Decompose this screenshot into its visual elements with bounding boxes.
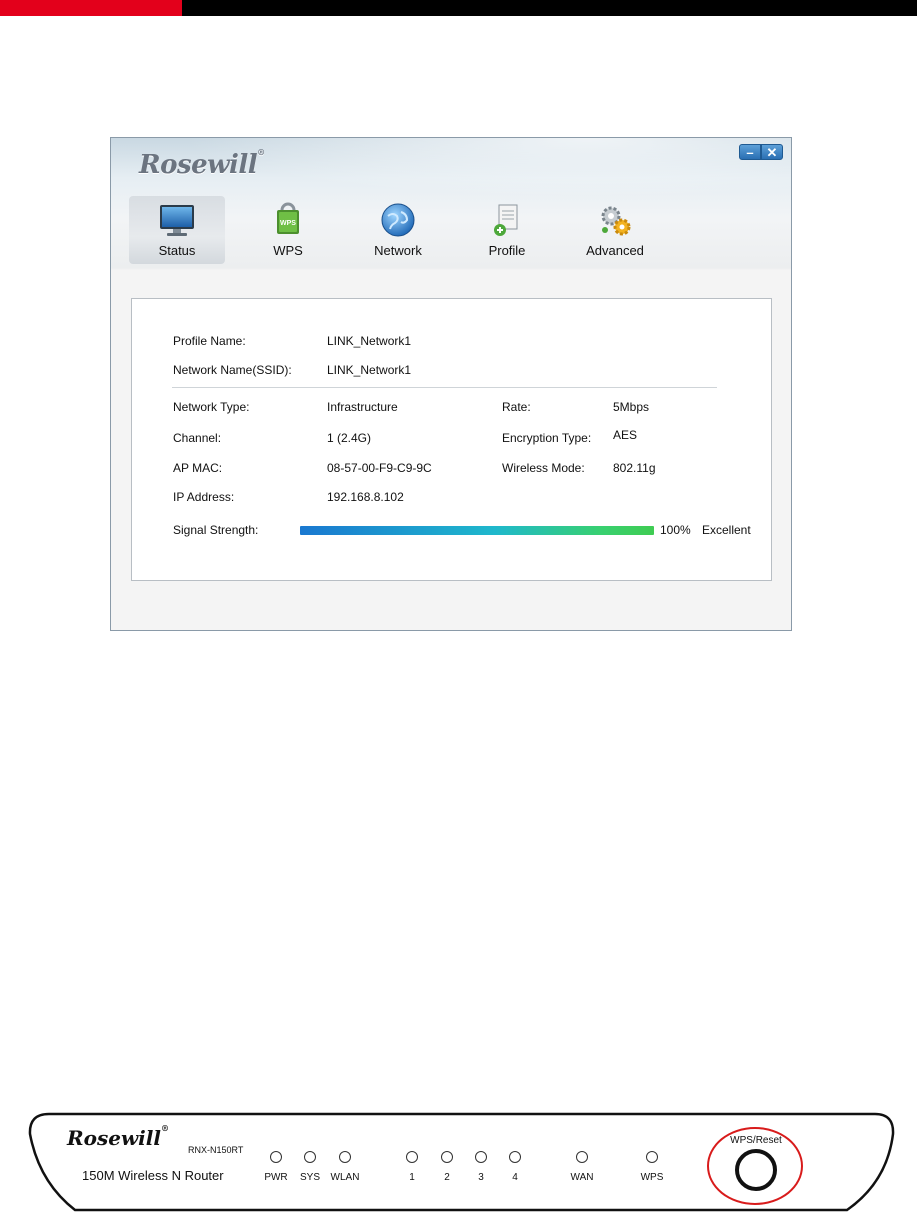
close-button[interactable]: ✕ <box>761 144 783 160</box>
wps-icon: WPS <box>277 202 299 234</box>
led-port-2 <box>441 1151 453 1163</box>
profile-icon <box>494 204 518 236</box>
tab-profile[interactable]: Profile <box>459 196 555 264</box>
network-type-value: Infrastructure <box>327 400 398 414</box>
network-type-label: Network Type: <box>173 400 250 414</box>
tab-status[interactable]: Status <box>129 196 225 264</box>
tab-label: Profile <box>488 243 526 258</box>
led-label: WAN <box>570 1172 594 1183</box>
led-label: WPS <box>640 1172 664 1183</box>
page-header-bar <box>0 0 917 16</box>
profile-name-label: Profile Name: <box>173 334 246 348</box>
router-front-panel: Rosewill® RNX-N150RT 150M Wireless N Rou… <box>27 1112 895 1212</box>
utility-window: Rosewill® – ✕ Status WPS WPS Network Pro… <box>110 137 792 631</box>
led-sys <box>304 1151 316 1163</box>
globe-icon <box>381 203 415 237</box>
channel-label: Channel: <box>173 431 222 445</box>
signal-strength-label: Signal Strength: <box>173 523 259 537</box>
wps-reset-label: WPS/Reset <box>730 1135 782 1146</box>
close-icon: ✕ <box>766 145 778 160</box>
wireless-mode-label: Wireless Mode: <box>502 461 585 475</box>
wireless-mode-value: 802.11g <box>613 461 656 475</box>
ssid-value: LINK_Network1 <box>327 363 412 377</box>
tab-wps[interactable]: WPS WPS <box>240 196 336 264</box>
gears-icon <box>601 206 631 236</box>
router-name: 150M Wireless N Router <box>82 1168 224 1183</box>
ap-mac-label: AP MAC: <box>173 461 223 475</box>
brand-logo: Rosewill® <box>139 147 265 180</box>
led-label: 1 <box>409 1172 415 1183</box>
wps-reset-button[interactable] <box>735 1149 777 1191</box>
main-toolbar: Status WPS WPS Network Profile Advanced <box>125 196 775 264</box>
led-wan <box>576 1151 588 1163</box>
rate-label: Rate: <box>502 400 531 414</box>
ap-mac-value: 08-57-00-F9-C9-9C <box>327 461 432 475</box>
rate-value: 5Mbps <box>613 400 650 414</box>
signal-strength-bar <box>300 526 654 535</box>
tab-label: Advanced <box>586 243 644 258</box>
tab-label: WPS <box>273 243 303 258</box>
led-label: WLAN <box>330 1172 360 1183</box>
router-brand-logo: Rosewill® <box>67 1123 169 1150</box>
tab-advanced[interactable]: Advanced <box>567 196 663 264</box>
led-port-3 <box>475 1151 487 1163</box>
tab-network[interactable]: Network <box>350 196 446 264</box>
status-panel: Profile Name: LINK_Network1 Network Name… <box>131 298 772 581</box>
minimize-button[interactable]: – <box>739 144 761 160</box>
monitor-icon <box>160 205 194 236</box>
channel-value: 1 (2.4G) <box>327 431 372 445</box>
led-port-1 <box>406 1151 418 1163</box>
led-wlan <box>339 1151 351 1163</box>
led-label: SYS <box>299 1172 320 1183</box>
tab-label: Status <box>158 243 196 258</box>
led-port-4 <box>509 1151 521 1163</box>
led-wps <box>646 1151 658 1163</box>
encryption-value: AES <box>613 428 638 442</box>
ip-address-value: 192.168.8.102 <box>327 490 404 504</box>
encryption-label: Encryption Type: <box>502 431 592 445</box>
led-label: 4 <box>512 1172 518 1183</box>
header-accent <box>0 0 182 16</box>
led-pwr <box>270 1151 282 1163</box>
svg-text:WPS: WPS <box>280 220 296 227</box>
tab-label: Network <box>374 243 422 258</box>
section-divider <box>172 387 717 388</box>
signal-percent: 100% <box>660 523 691 537</box>
profile-name-value: LINK_Network1 <box>327 334 412 348</box>
ssid-label: Network Name(SSID): <box>173 363 292 377</box>
minimize-icon: – <box>746 145 754 160</box>
window-controls: – ✕ <box>739 144 783 160</box>
signal-quality: Excellent <box>702 523 751 537</box>
router-model: RNX-N150RT <box>188 1145 244 1155</box>
ip-address-label: IP Address: <box>173 490 235 504</box>
